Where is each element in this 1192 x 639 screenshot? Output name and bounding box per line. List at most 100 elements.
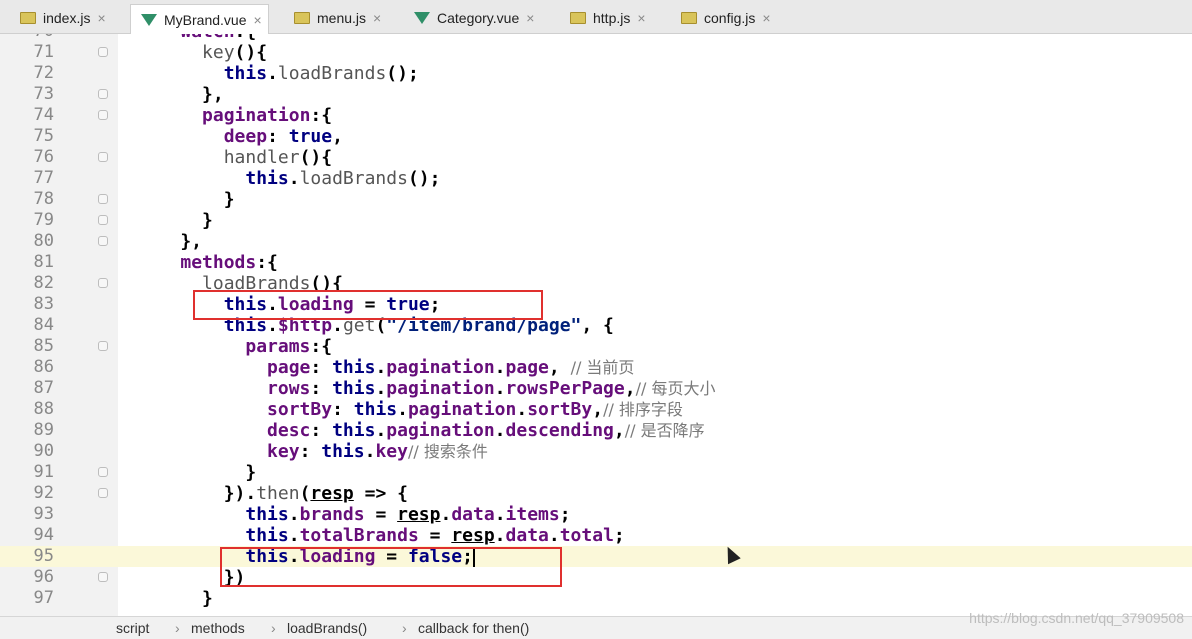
js-file-icon — [20, 12, 36, 24]
tab-mybrand-vue[interactable]: MyBrand.vue × — [130, 4, 269, 34]
code-text: key(){ — [202, 42, 268, 63]
code-line[interactable]: 88 sortBy: this.pagination.sortBy,// 排序字… — [0, 399, 1192, 420]
code-line[interactable]: 89 desc: this.pagination.descending,// 是… — [0, 420, 1192, 441]
code-line[interactable]: 73 }, — [0, 84, 1192, 105]
close-icon[interactable]: × — [253, 12, 261, 28]
close-icon[interactable]: × — [526, 10, 534, 26]
line-number: 87 — [33, 378, 54, 398]
line-number: 92 — [33, 483, 54, 503]
tab-config-js[interactable]: config.js × — [671, 4, 777, 32]
highlight-box-loading-false — [220, 547, 562, 587]
breadcrumb-separator: › — [271, 620, 276, 636]
code-line[interactable]: 76 handler(){ — [0, 147, 1192, 168]
code-text: key: this.key// 搜索条件 — [267, 441, 488, 462]
code-line[interactable]: 94 this.totalBrands = resp.data.total; — [0, 525, 1192, 546]
code-line[interactable]: 97 } — [0, 588, 1192, 609]
line-number: 71 — [33, 42, 54, 62]
line-number: 83 — [33, 294, 54, 314]
line-number: 84 — [33, 315, 54, 335]
code-line[interactable]: 96 }) — [0, 567, 1192, 588]
tab-label: Category.vue — [437, 10, 520, 26]
fold-marker-icon[interactable] — [98, 572, 108, 582]
fold-marker-icon[interactable] — [98, 152, 108, 162]
line-number: 90 — [33, 441, 54, 461]
code-line[interactable]: 79 } — [0, 210, 1192, 231]
close-icon[interactable]: × — [762, 10, 770, 26]
fold-marker-icon[interactable] — [98, 47, 108, 57]
code-line[interactable]: 71 key(){ — [0, 42, 1192, 63]
line-number: 89 — [33, 420, 54, 440]
fold-marker-icon[interactable] — [98, 194, 108, 204]
code-line[interactable]: 86 page: this.pagination.page, // 当前页 — [0, 357, 1192, 378]
line-number: 75 — [33, 126, 54, 146]
tab-http-js[interactable]: http.js × — [560, 4, 652, 32]
code-text: deep: true, — [223, 126, 343, 147]
line-number: 93 — [33, 504, 54, 524]
fold-marker-icon[interactable] — [98, 467, 108, 477]
js-file-icon — [681, 12, 697, 24]
code-text: } — [137, 462, 257, 483]
breadcrumb-separator: › — [175, 620, 180, 636]
code-line[interactable]: 83 this.loading = true; — [0, 294, 1192, 315]
code-line[interactable]: 78 } — [0, 189, 1192, 210]
fold-marker-icon[interactable] — [98, 110, 108, 120]
line-number: 73 — [33, 84, 54, 104]
code-text: } — [137, 210, 213, 231]
line-number: 88 — [33, 399, 54, 419]
code-line[interactable]: 91 } — [0, 462, 1192, 483]
code-line[interactable]: 72 this.loadBrands(); — [0, 63, 1192, 84]
tab-label: menu.js — [317, 10, 367, 26]
code-line[interactable]: 74 pagination:{ — [0, 105, 1192, 126]
vue-file-icon — [414, 12, 430, 24]
close-icon[interactable]: × — [97, 10, 105, 26]
fold-marker-icon[interactable] — [98, 89, 108, 99]
code-line[interactable]: 75 deep: true, — [0, 126, 1192, 147]
code-line[interactable]: 84 this.$http.get("/item/brand/page", { — [0, 315, 1192, 336]
code-line[interactable]: 93 this.brands = resp.data.items; — [0, 504, 1192, 525]
line-number: 95 — [33, 546, 54, 566]
line-number: 82 — [33, 273, 54, 293]
close-icon[interactable]: × — [637, 10, 645, 26]
breadcrumb-item[interactable]: loadBrands() — [287, 620, 367, 636]
code-line[interactable]: 90 key: this.key// 搜索条件 — [0, 441, 1192, 462]
vue-file-icon — [141, 13, 157, 26]
code-text: methods:{ — [180, 252, 278, 273]
code-text: pagination:{ — [202, 105, 333, 126]
code-line[interactable]: 70 watch:{ — [0, 34, 1192, 42]
breadcrumb-item[interactable]: callback for then() — [418, 620, 529, 636]
breadcrumb-item[interactable]: methods — [191, 620, 245, 636]
code-editor[interactable]: 70 watch:{71 key(){72 this.loadBrands();… — [0, 34, 1192, 616]
code-line[interactable]: 82 loadBrands(){ — [0, 273, 1192, 294]
tab-index-js[interactable]: index.js × — [10, 4, 112, 32]
code-line[interactable]: 92 }).then(resp => { — [0, 483, 1192, 504]
code-text: }).then(resp => { — [137, 483, 408, 504]
tab-label: http.js — [593, 10, 631, 26]
fold-marker-icon[interactable] — [98, 341, 108, 351]
code-line[interactable]: 87 rows: this.pagination.rowsPerPage,// … — [0, 378, 1192, 399]
js-file-icon — [294, 12, 310, 24]
tab-category-vue[interactable]: Category.vue × — [404, 4, 540, 32]
code-line[interactable]: 81 methods:{ — [0, 252, 1192, 273]
line-number: 96 — [33, 567, 54, 587]
tab-label: config.js — [704, 10, 756, 26]
code-line[interactable]: 85 params:{ — [0, 336, 1192, 357]
code-line[interactable]: 77 this.loadBrands(); — [0, 168, 1192, 189]
breadcrumb-item[interactable]: script — [116, 620, 149, 636]
code-text: this.loadBrands(); — [223, 63, 419, 84]
code-text: this.totalBrands = resp.data.total; — [245, 525, 625, 546]
line-number: 79 — [33, 210, 54, 230]
tab-menu-js[interactable]: menu.js × — [284, 4, 387, 32]
fold-marker-icon[interactable] — [98, 488, 108, 498]
fold-marker-icon[interactable] — [98, 215, 108, 225]
line-number: 81 — [33, 252, 54, 272]
line-number: 94 — [33, 525, 54, 545]
fold-marker-icon[interactable] — [98, 278, 108, 288]
fold-marker-icon[interactable] — [98, 236, 108, 246]
line-number: 80 — [33, 231, 54, 251]
code-line[interactable]: 80 }, — [0, 231, 1192, 252]
breadcrumb-separator: › — [402, 620, 407, 636]
js-file-icon — [570, 12, 586, 24]
code-line[interactable]: 95 this.loading = false; — [0, 546, 1192, 567]
code-text: }, — [137, 84, 224, 105]
close-icon[interactable]: × — [373, 10, 381, 26]
